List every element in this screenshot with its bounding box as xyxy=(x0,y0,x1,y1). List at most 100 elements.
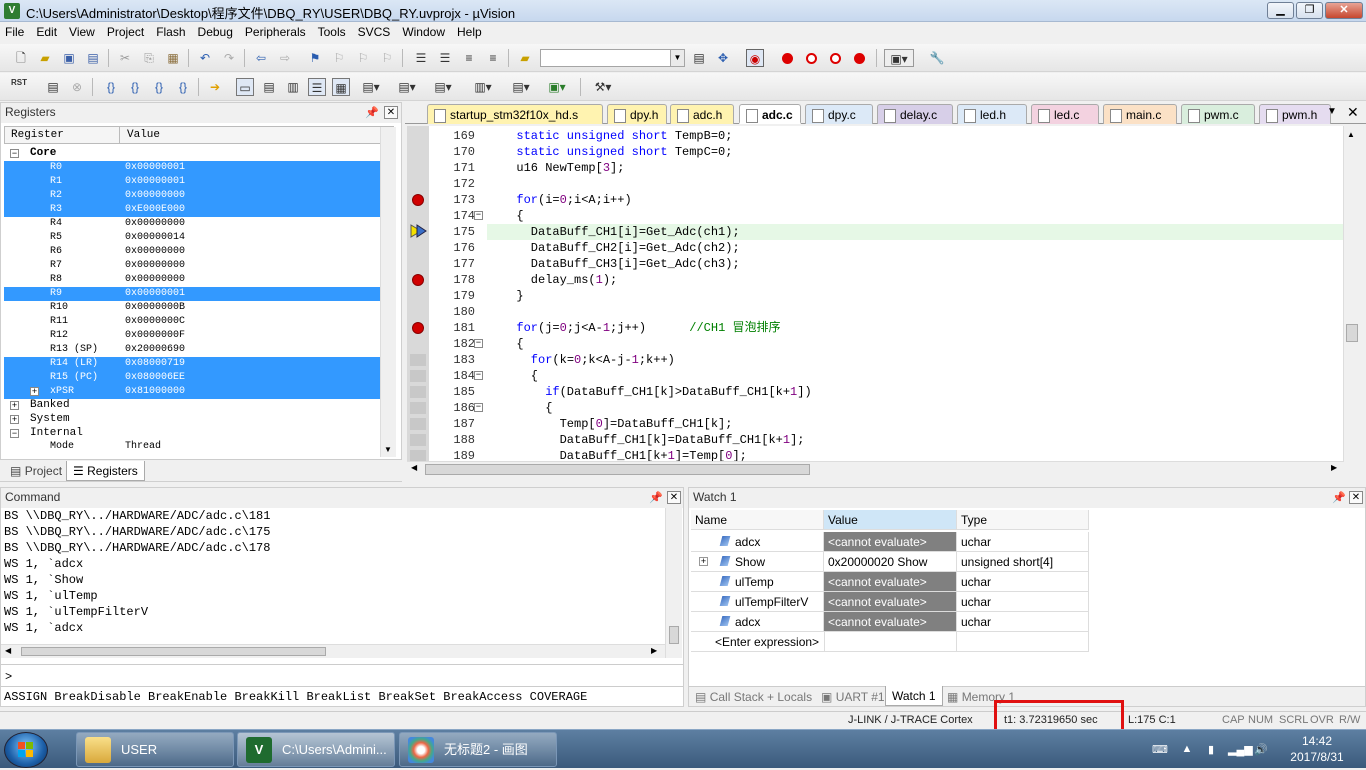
cut-icon[interactable]: ✂ xyxy=(116,49,134,67)
menu-help[interactable]: Help xyxy=(452,23,487,39)
unindent-icon[interactable]: ☰ xyxy=(436,49,454,67)
close-icon[interactable]: ✕ xyxy=(667,491,681,504)
core-group-label[interactable]: Core xyxy=(30,147,56,159)
code-editor[interactable]: 169 static unsigned short TempB=0; 170 st… xyxy=(407,126,1359,462)
new-file-icon[interactable]: 🗋 xyxy=(12,49,30,67)
command-vertical-scrollbar[interactable] xyxy=(665,508,682,658)
keyboard-icon[interactable]: ⌨ xyxy=(1152,743,1168,756)
close-icon[interactable]: ✕ xyxy=(384,106,398,119)
breakpoint-icon[interactable] xyxy=(412,274,424,286)
close-button[interactable]: ✕ xyxy=(1325,2,1363,19)
save-icon[interactable]: ▣ xyxy=(60,49,78,67)
system-group-label[interactable]: System xyxy=(30,413,70,425)
collapse-icon[interactable]: − xyxy=(10,149,19,158)
watch-name-header[interactable]: Name xyxy=(691,510,824,530)
find-combo-box[interactable]: ▼ xyxy=(540,49,685,67)
pin-icon[interactable]: 📌 xyxy=(365,106,379,119)
register-row[interactable]: R12 0x0000000F xyxy=(4,329,380,343)
tab-project[interactable]: ▤ Project xyxy=(4,461,68,481)
register-row[interactable]: xPSR 0x81000000 xyxy=(4,385,380,399)
run-to-cursor-icon[interactable]: {} xyxy=(174,78,192,96)
disable-all-breakpoints-icon[interactable] xyxy=(830,53,841,64)
watch-row-value[interactable]: <cannot evaluate> xyxy=(824,572,957,592)
column-divider[interactable] xyxy=(119,127,120,143)
system-viewer-icon[interactable]: ▣▾ xyxy=(542,78,572,96)
chevron-down-icon[interactable]: ▼ xyxy=(670,50,684,66)
editor-horizontal-scrollbar[interactable]: ◀ ▶ xyxy=(407,461,1344,477)
prev-bookmark-icon[interactable]: ⚐ xyxy=(330,49,348,67)
tab-dpy-c[interactable]: dpy.c xyxy=(805,104,873,124)
pin-icon[interactable]: 📌 xyxy=(649,491,663,504)
watch-row-value[interactable]: <cannot evaluate> xyxy=(824,592,957,612)
disable-breakpoint-icon[interactable] xyxy=(806,53,817,64)
call-stack-window-icon[interactable]: ▦ xyxy=(332,78,350,96)
redo-icon[interactable]: ↷ xyxy=(220,49,238,67)
scroll-left-icon[interactable]: ◀ xyxy=(5,646,11,655)
tab-adc-h[interactable]: adc.h xyxy=(670,104,734,124)
register-row[interactable]: R7 0x00000000 xyxy=(4,259,380,273)
expand-icon[interactable]: + xyxy=(699,557,708,566)
reset-icon[interactable]: RST xyxy=(10,78,28,96)
register-row[interactable]: R13 (SP) 0x20000690 xyxy=(4,343,380,357)
show-hidden-icons[interactable]: ▲ xyxy=(1180,743,1194,755)
watch-row-name[interactable]: adcx xyxy=(691,532,824,552)
menu-peripherals[interactable]: Peripherals xyxy=(240,23,311,39)
tab-adc-c[interactable]: adc.c xyxy=(739,104,801,124)
tab-call-stack[interactable]: ▤ Call Stack + Locals xyxy=(689,687,818,707)
tab-led-c[interactable]: led.c xyxy=(1031,104,1099,124)
minimize-button[interactable]: ▁ xyxy=(1267,2,1294,19)
watch-row-name[interactable]: ulTemp xyxy=(691,572,824,592)
watch-row-name[interactable]: ulTempFilterV xyxy=(691,592,824,612)
step-into-icon[interactable]: {} xyxy=(102,78,120,96)
fold-toggle-icon[interactable]: − xyxy=(474,211,483,220)
analysis-window-icon[interactable]: ▥▾ xyxy=(468,78,498,96)
comment-icon[interactable]: ≡ xyxy=(460,49,478,67)
volume-icon[interactable]: 🔊 xyxy=(1254,743,1268,756)
register-row[interactable]: R4 0x00000000 xyxy=(4,217,380,231)
next-bookmark-icon[interactable]: ⚐ xyxy=(354,49,372,67)
register-row[interactable]: R1 0x00000001 xyxy=(4,175,380,189)
register-column-label[interactable]: Register xyxy=(11,129,64,141)
menu-edit[interactable]: Edit xyxy=(31,23,62,39)
banked-group-label[interactable]: Banked xyxy=(30,399,70,411)
usb-icon[interactable]: ▮ xyxy=(1204,743,1218,756)
editor-vertical-scrollbar[interactable]: ▲ xyxy=(1343,126,1360,462)
insert-breakpoint-icon[interactable] xyxy=(782,53,793,64)
watch-window-icon[interactable]: ▤▾ xyxy=(356,78,386,96)
symbols-window-icon[interactable]: ▥ xyxy=(284,78,302,96)
taskbar-clock[interactable]: 14:42 2017/8/31 xyxy=(1278,733,1356,765)
tab-startup-stm32f10x-hd-s[interactable]: startup_stm32f10x_hd.s xyxy=(427,104,603,124)
tab-uart1[interactable]: ▣ UART #1 xyxy=(815,687,891,707)
tab-delay-c[interactable]: delay.c xyxy=(877,104,953,124)
scroll-right-icon[interactable]: ▶ xyxy=(1331,463,1337,472)
scroll-right-icon[interactable]: ▶ xyxy=(651,646,657,655)
register-row[interactable]: R10 0x0000000B xyxy=(4,301,380,315)
registers-scrollbar[interactable]: ▼ xyxy=(380,127,396,457)
clear-bookmarks-icon[interactable]: ⚐ xyxy=(378,49,396,67)
tab-dpy-h[interactable]: dpy.h xyxy=(607,104,667,124)
menu-flash[interactable]: Flash xyxy=(151,23,190,39)
maximize-button[interactable]: ❐ xyxy=(1296,2,1323,19)
scroll-down-icon[interactable]: ▼ xyxy=(384,445,392,454)
menu-project[interactable]: Project xyxy=(102,23,149,39)
register-row[interactable]: R2 0x00000000 xyxy=(4,189,380,203)
configure-icon[interactable]: 🔧 xyxy=(928,49,946,67)
fold-toggle-icon[interactable]: − xyxy=(474,371,483,380)
command-prompt[interactable]: > xyxy=(5,669,12,685)
uncomment-icon[interactable]: ≡ xyxy=(484,49,502,67)
watch-row-value[interactable]: 0x20000020 Show xyxy=(824,552,957,572)
kill-all-breakpoints-icon[interactable] xyxy=(854,53,865,64)
indent-icon[interactable]: ☰ xyxy=(412,49,430,67)
show-next-statement-icon[interactable]: ➔ xyxy=(206,78,224,96)
scroll-thumb[interactable] xyxy=(425,464,810,475)
run-icon[interactable]: ▤ xyxy=(44,78,62,96)
scroll-thumb[interactable] xyxy=(669,626,679,644)
watch-row-name[interactable]: adcx xyxy=(691,612,824,632)
watch-row-value[interactable]: <cannot evaluate> xyxy=(824,532,957,552)
copy-icon[interactable]: ⎘ xyxy=(140,49,158,67)
network-icon[interactable]: ▂▄▆ xyxy=(1228,743,1253,756)
window-layout-icon[interactable]: ▣▾ xyxy=(884,49,914,67)
scroll-up-icon[interactable]: ▲ xyxy=(1347,130,1355,139)
tab-registers[interactable]: ☰ Registers xyxy=(66,461,145,481)
memory-window-icon[interactable]: ▤▾ xyxy=(392,78,422,96)
